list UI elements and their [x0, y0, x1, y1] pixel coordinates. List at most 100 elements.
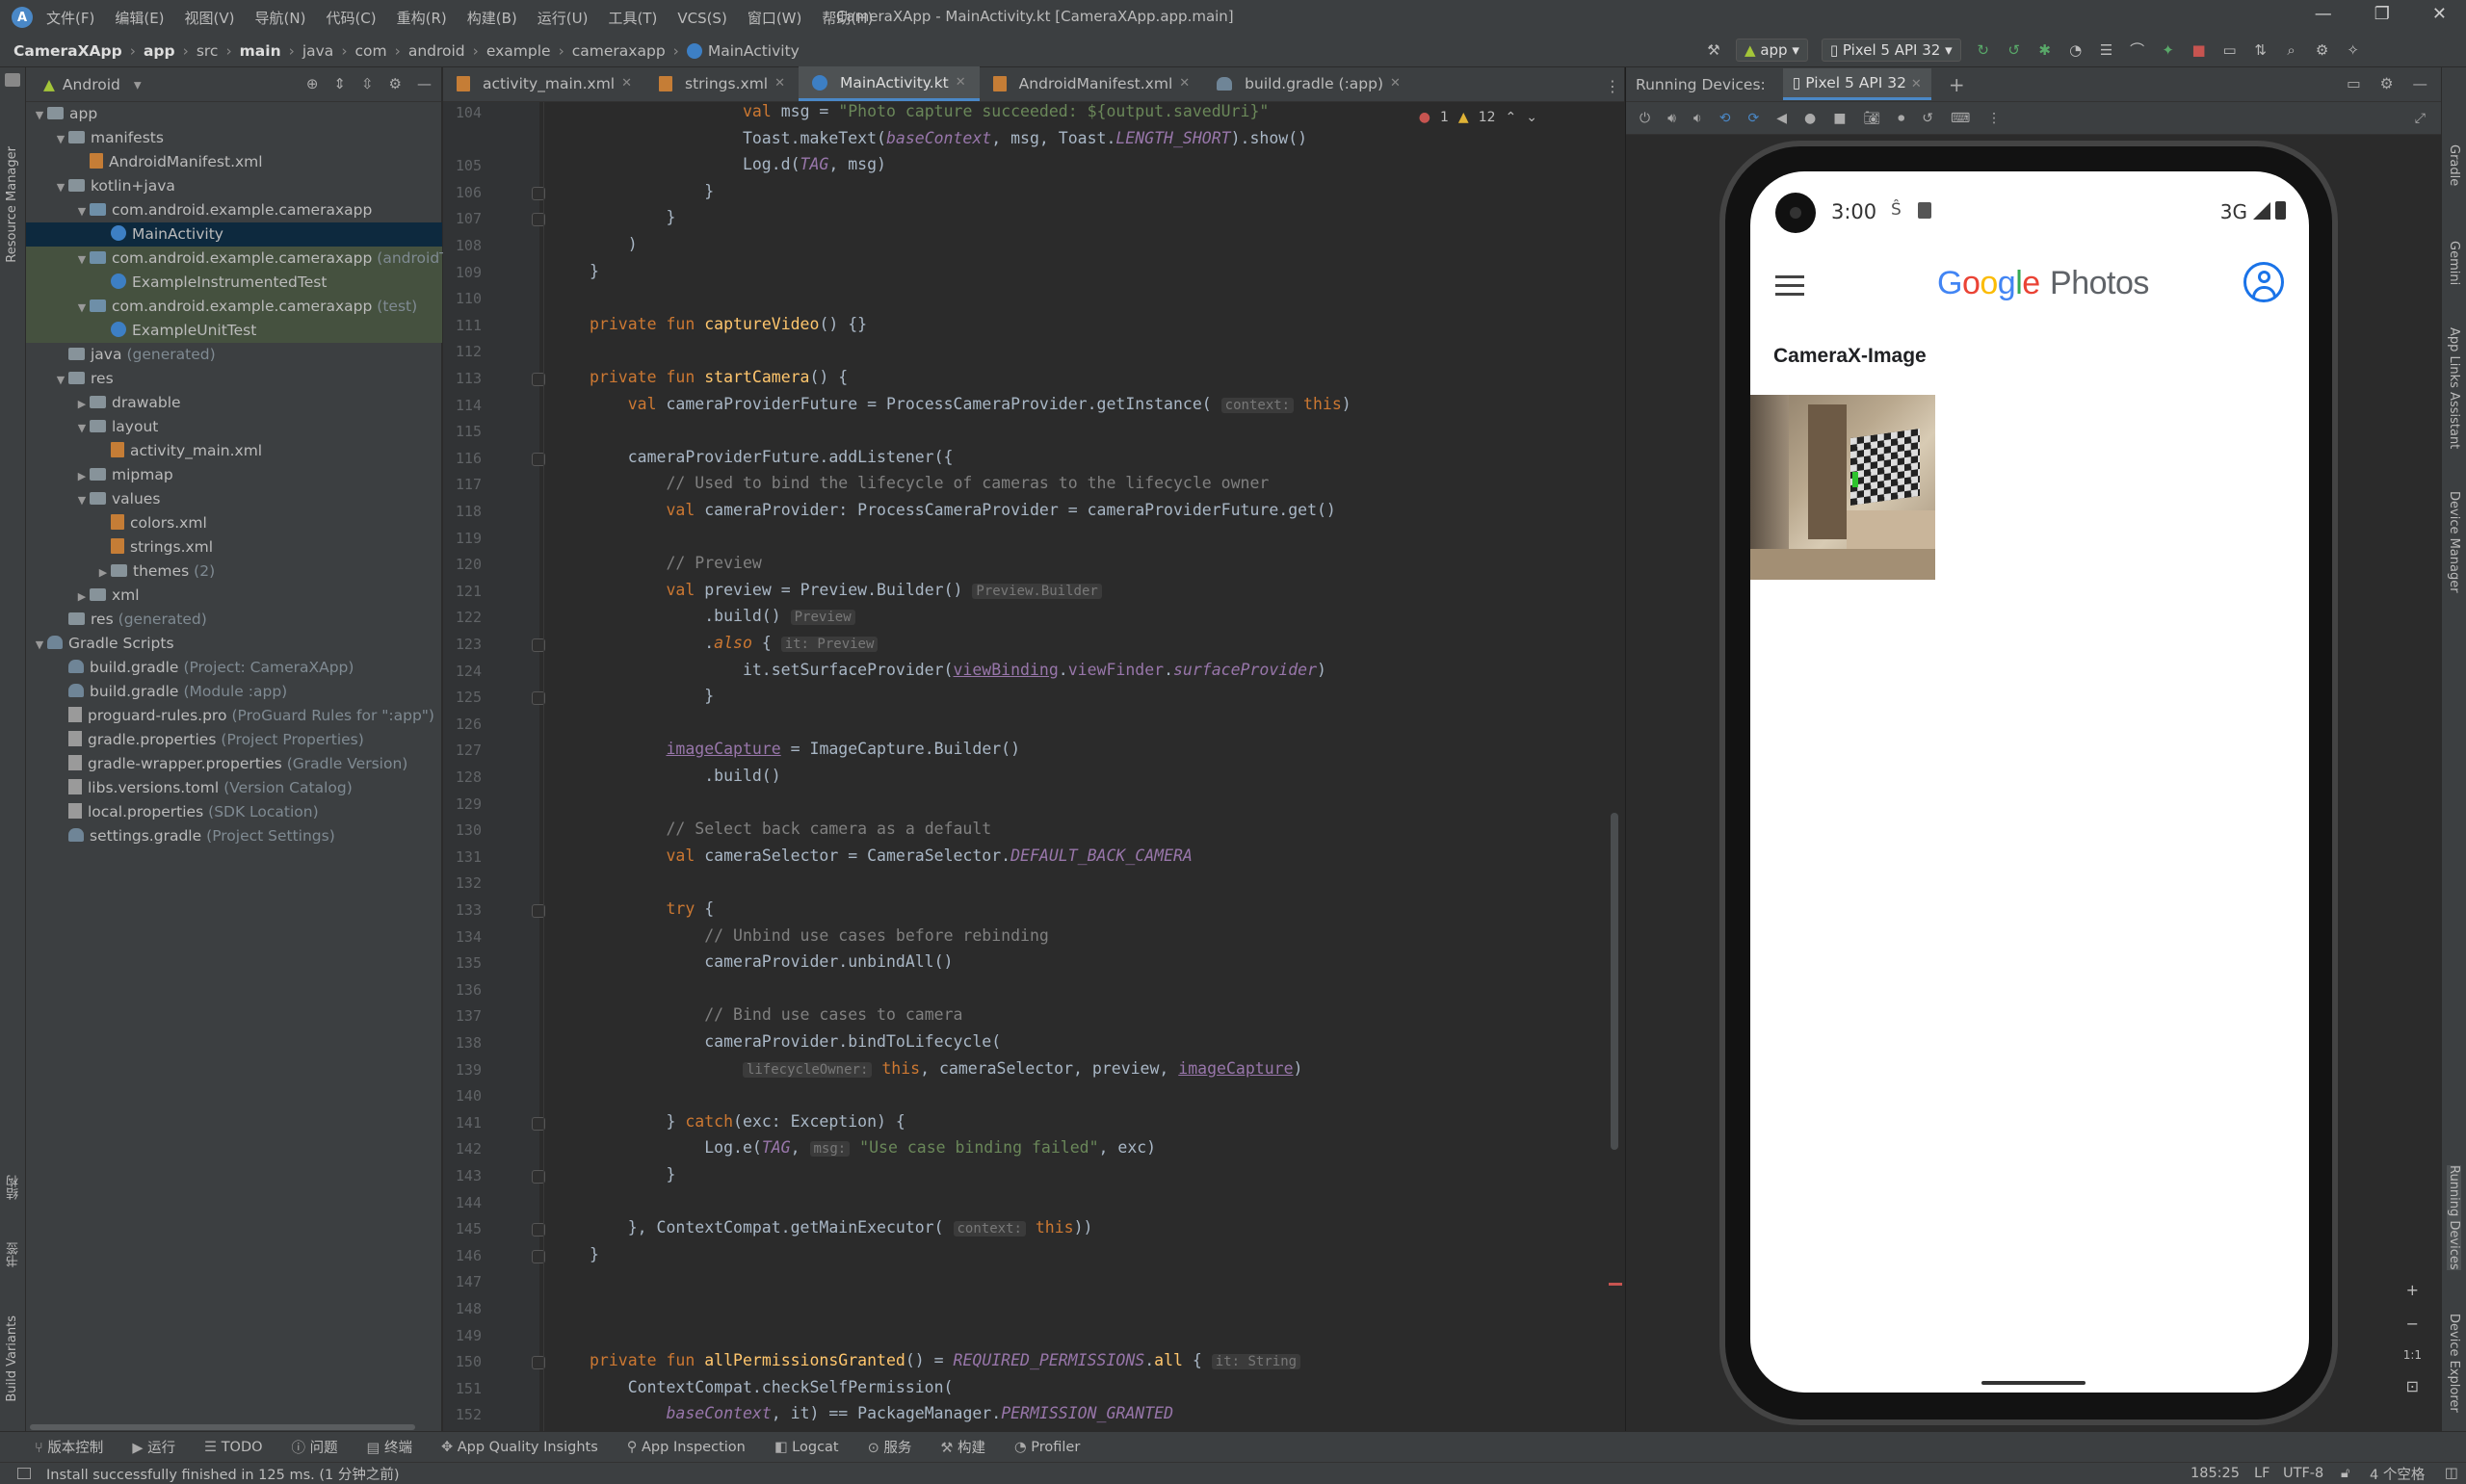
breadcrumb-item[interactable]: CameraXApp: [13, 42, 122, 60]
close-icon[interactable]: ✕: [2432, 4, 2447, 24]
sync-icon[interactable]: ⇅: [2252, 41, 2269, 59]
bottom-tool-3[interactable]: ⓘ 问题: [292, 1437, 338, 1457]
code-line[interactable]: Toast.makeText(baseContext, msg, Toast.L…: [590, 129, 1307, 147]
screenshot-icon[interactable]: 📷︎: [1863, 111, 1880, 126]
chevron-down-icon[interactable]: ▼: [74, 416, 90, 440]
apply-changes-icon[interactable]: ↻: [1975, 41, 1992, 59]
close-tab-icon[interactable]: ✕: [621, 67, 632, 100]
code-line[interactable]: try {: [590, 899, 714, 918]
tree-item[interactable]: activity_main.xml: [26, 439, 442, 463]
editor-tab[interactable]: build.gradle (:app) ✕: [1203, 66, 1414, 101]
device-manager-tool[interactable]: Device Manager: [2447, 491, 2461, 593]
overview-icon[interactable]: ■: [1833, 111, 1846, 126]
apply-code-changes-icon[interactable]: ↺: [2006, 41, 2023, 59]
vertical-scrollbar[interactable]: [1611, 813, 1618, 1150]
close-tab-icon[interactable]: ✕: [1390, 67, 1401, 100]
menu-item[interactable]: 导航(N): [255, 10, 306, 27]
close-tab-icon[interactable]: ✕: [956, 66, 966, 99]
tree-item[interactable]: ▼ com.android.example.cameraxapp (androidT…: [26, 247, 456, 271]
breadcrumb-item[interactable]: main: [240, 42, 281, 60]
menu-item[interactable]: VCS(S): [677, 10, 726, 27]
code-line[interactable]: private fun captureVideo() {}: [590, 315, 867, 333]
code-line[interactable]: ): [590, 235, 638, 253]
code-line[interactable]: }: [590, 687, 714, 705]
memory-icon[interactable]: ◫: [2445, 1466, 2458, 1481]
code-line[interactable]: Log.e(TAG, msg: "Use case binding failed…: [590, 1138, 1156, 1158]
zoom-out-icon[interactable]: −: [2406, 1315, 2419, 1333]
pin-icon[interactable]: ⤢: [2415, 111, 2426, 126]
coverage-icon[interactable]: ☰: [2098, 41, 2115, 59]
code-line[interactable]: } catch(exc: Exception) {: [590, 1112, 905, 1131]
code-line[interactable]: lifecycleOwner: this, cameraSelector, pr…: [590, 1059, 1302, 1078]
code-line[interactable]: // Select back camera as a default: [590, 820, 991, 838]
code-line[interactable]: cameraProvider.unbindAll(): [590, 952, 953, 971]
bottom-tool-2[interactable]: ☰ TODO: [204, 1440, 262, 1455]
toggle-panels-icon[interactable]: [17, 1468, 31, 1479]
hide-icon[interactable]: —: [2413, 75, 2428, 92]
rotate-right-icon[interactable]: ⟳: [1747, 111, 1759, 126]
tree-item[interactable]: ExampleUnitTest: [26, 319, 442, 343]
breadcrumb-item[interactable]: java: [302, 42, 333, 60]
code-line[interactable]: ContextCompat.checkSelfPermission(: [590, 1378, 954, 1396]
chevron-down-icon[interactable]: ▼: [74, 488, 90, 512]
tree-item[interactable]: gradle-wrapper.properties (Gradle Version…: [26, 752, 442, 776]
prev-highlight-icon[interactable]: ⌃: [1506, 110, 1517, 125]
read-only-icon[interactable]: 🔓︎: [2341, 1466, 2349, 1481]
code-line[interactable]: }: [590, 262, 599, 280]
structure-tool[interactable]: 结构: [5, 1175, 23, 1200]
menu-item[interactable]: 运行(U): [538, 10, 589, 27]
code-line[interactable]: // Preview: [590, 554, 761, 572]
gemini-tool[interactable]: Gemini: [2447, 241, 2461, 285]
chevron-right-icon[interactable]: ▶: [74, 464, 90, 488]
code-line[interactable]: // Used to bind the lifecycle of cameras…: [590, 474, 1269, 492]
gradle-tool[interactable]: Gradle: [2447, 144, 2461, 186]
actual-size-icon[interactable]: 1:1: [2403, 1348, 2422, 1362]
photo-thumbnail[interactable]: [1750, 395, 1935, 580]
hammer-icon[interactable]: ⚒: [1705, 41, 1722, 59]
tree-item[interactable]: ▼ com.android.example.cameraxapp: [26, 198, 442, 222]
code-line[interactable]: imageCapture = ImageCapture.Builder(): [590, 740, 1020, 758]
volume-down-icon[interactable]: 🔉︎: [1693, 111, 1702, 126]
minimize-icon[interactable]: —: [2315, 4, 2332, 24]
project-view-selector[interactable]: Android: [63, 76, 120, 93]
build-variants-tool[interactable]: Build Variants: [5, 1315, 19, 1402]
tree-item[interactable]: ▶ drawable: [26, 391, 442, 415]
bookmarks-tool[interactable]: 书签: [5, 1242, 23, 1267]
code-line[interactable]: val cameraProviderFuture = ProcessCamera…: [590, 395, 1351, 413]
bottom-tool-6[interactable]: ⚲ App Inspection: [627, 1440, 746, 1455]
bottom-tool-1[interactable]: ▶ 运行: [132, 1437, 175, 1457]
bottom-tool-8[interactable]: ⊙ 服务: [868, 1437, 912, 1457]
reset-icon[interactable]: ↺: [1922, 111, 1933, 126]
code-line[interactable]: }, ContextCompat.getMainExecutor( contex…: [590, 1218, 1093, 1237]
keyboard-icon[interactable]: ⌨: [1951, 111, 1970, 126]
menu-item[interactable]: 文件(F): [46, 10, 94, 27]
tree-item[interactable]: ▼ com.android.example.cameraxapp (test): [26, 295, 442, 319]
code-line[interactable]: private fun startCamera() {: [590, 368, 848, 386]
menu-item[interactable]: 代码(C): [326, 10, 376, 27]
chevron-down-icon[interactable]: ▼: [53, 127, 68, 151]
tree-item[interactable]: ▶ themes (2): [26, 560, 442, 584]
code-line[interactable]: it.setSurfaceProvider(viewBinding.viewFi…: [590, 661, 1326, 679]
tree-item[interactable]: ▼ values: [26, 487, 442, 511]
tree-item[interactable]: ▼ kotlin+java: [26, 174, 442, 198]
resource-manager-tool[interactable]: Resource Manager: [5, 146, 19, 263]
chevron-down-icon[interactable]: ▼: [74, 199, 90, 223]
fit-screen-icon[interactable]: ⊡: [2406, 1377, 2419, 1395]
tree-item[interactable]: proguard-rules.pro (ProGuard Rules for ":…: [26, 704, 442, 728]
code-line[interactable]: private fun allPermissionsGranted() = RE…: [590, 1351, 1301, 1370]
run-icon[interactable]: ✦: [2160, 41, 2177, 59]
tree-item[interactable]: ▼ Gradle Scripts: [26, 632, 442, 656]
editor-tab[interactable]: strings.xml ✕: [645, 66, 799, 101]
breadcrumb-item[interactable]: src: [197, 42, 219, 60]
menu-item[interactable]: 工具(T): [608, 10, 657, 27]
window-icon[interactable]: ▭: [2347, 75, 2361, 92]
bottom-tool-9[interactable]: ⚒ 构建: [940, 1437, 985, 1457]
run-config-dropdown[interactable]: ▲ app ▾: [1736, 39, 1808, 62]
tree-item[interactable]: ▼ manifests: [26, 126, 442, 150]
phone-screen[interactable]: 3:00 Ŝ 3G Google Photos CameraX-Image: [1750, 171, 2309, 1393]
home-icon[interactable]: ●: [1804, 111, 1816, 126]
app-links-assistant-tool[interactable]: App Links Assistant: [2447, 327, 2461, 449]
inspection-widget[interactable]: ● 1 ▲ 12 ⌃ ⌄: [1419, 110, 1537, 125]
tree-item[interactable]: AndroidManifest.xml: [26, 150, 442, 174]
tree-item[interactable]: ▶ mipmap: [26, 463, 442, 487]
